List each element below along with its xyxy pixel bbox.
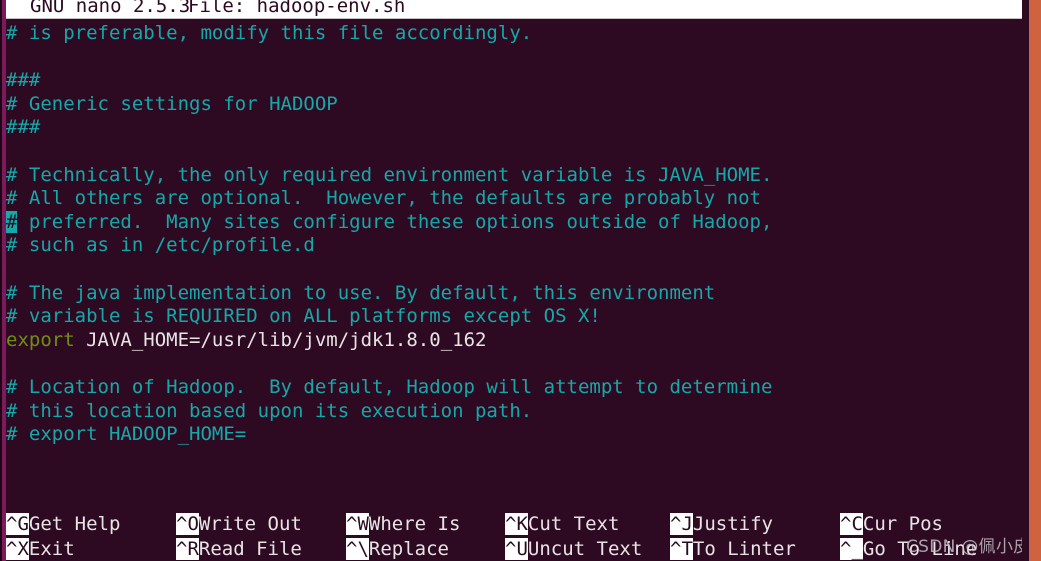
editor-line-with-cursor: # preferred. Many sites configure these … xyxy=(6,210,1022,235)
shortcut-key: ^R xyxy=(176,537,199,560)
shortcut-label: Cur Pos xyxy=(862,513,943,535)
shortcut-label: Justify xyxy=(692,513,773,535)
shortcut-key: ^W xyxy=(346,513,369,535)
editor-line: # variable is REQUIRED on ALL platforms … xyxy=(6,305,601,328)
editor-line: ### xyxy=(6,69,41,92)
nano-app-title: GNU nano 2.5.3 xyxy=(30,0,191,17)
shortcut-key: ^X xyxy=(6,537,29,560)
shortcut-label: Get Help xyxy=(28,513,121,535)
shortcut-write-out[interactable]: ^OWrite Out xyxy=(176,512,302,537)
editor-line: # The java implementation to use. By def… xyxy=(6,281,716,304)
shortcut-key: ^G xyxy=(6,513,29,535)
text-cursor: # xyxy=(6,210,18,233)
shortcut-row-1: ^GGet Help ^OWrite Out ^WWhere Is ^KCut … xyxy=(6,512,1022,537)
shortcut-replace[interactable]: ^\Replace xyxy=(346,537,449,561)
editor-line: # Technically, the only required environ… xyxy=(6,163,773,186)
nano-file-label: File: hadoop-env.sh xyxy=(188,0,406,17)
shortcut-key: ^T xyxy=(670,537,693,560)
shortcut-justify[interactable]: ^JJustify xyxy=(670,512,773,537)
editor-line: # All others are optional. However, the … xyxy=(6,187,761,210)
editor-line-text: preferred. Many sites configure these op… xyxy=(17,210,773,233)
window-right-border xyxy=(1029,0,1041,561)
shortcut-go-to-line[interactable]: ^_Go To Line xyxy=(840,537,977,561)
shortcut-read-file[interactable]: ^RRead File xyxy=(176,537,302,561)
shortcut-label: Go To Line xyxy=(862,537,978,560)
shortcut-key: ^\ xyxy=(346,537,369,560)
editor-line: # is preferable, modify this file accord… xyxy=(6,22,533,44)
java-home-assignment: JAVA_HOME=/usr/lib/jvm/jdk1.8.0_162 xyxy=(74,328,487,351)
shortcut-key: ^J xyxy=(670,513,693,535)
editor-line-export: export JAVA_HOME=/usr/lib/jvm/jdk1.8.0_1… xyxy=(6,329,1022,353)
nano-title-bar: GNU nano 2.5.3 File: hadoop-env.sh xyxy=(6,0,1022,19)
shortcut-uncut-text[interactable]: ^UUncut Text xyxy=(505,537,642,561)
shortcut-label: Cut Text xyxy=(527,513,620,535)
editor-line: # Generic settings for HADOOP xyxy=(6,92,338,115)
shortcut-key: ^O xyxy=(176,513,199,535)
nano-terminal-window: GNU nano 2.5.3 File: hadoop-env.sh # is … xyxy=(0,0,1041,561)
shortcut-key: ^C xyxy=(840,513,863,535)
shortcut-label: Replace xyxy=(368,537,449,560)
editor-text-area[interactable]: # is preferable, modify this file accord… xyxy=(6,22,1022,510)
shortcut-key: ^K xyxy=(505,513,528,535)
shortcut-key: ^_ xyxy=(840,537,863,560)
shortcut-get-help[interactable]: ^GGet Help xyxy=(6,512,120,537)
editor-line: ### xyxy=(6,116,41,139)
shortcut-key: ^U xyxy=(505,537,528,560)
shortcut-exit[interactable]: ^XExit xyxy=(6,537,75,561)
shortcut-to-linter[interactable]: ^TTo Linter xyxy=(670,537,796,561)
nano-shortcut-bar: ^GGet Help ^OWrite Out ^WWhere Is ^KCut … xyxy=(6,512,1022,561)
shortcut-row-2: ^XExit ^RRead File ^\Replace ^UUncut Tex… xyxy=(6,537,1022,561)
editor-line: # Location of Hadoop. By default, Hadoop… xyxy=(6,375,773,398)
shell-keyword-export: export xyxy=(6,328,75,351)
shortcut-cur-pos[interactable]: ^CCur Pos xyxy=(840,512,943,537)
editor-line: # export HADOOP_HOME= xyxy=(6,423,247,446)
shortcut-label: Exit xyxy=(28,537,75,560)
shortcut-label: Read File xyxy=(198,537,302,560)
shortcut-label: To Linter xyxy=(692,537,796,560)
editor-line: # such as in /etc/profile.d xyxy=(6,234,315,257)
shortcut-cut-text[interactable]: ^KCut Text xyxy=(505,512,619,537)
shortcut-label: Uncut Text xyxy=(527,537,643,560)
editor-line: # this location based upon its execution… xyxy=(6,399,533,422)
shortcut-label: Write Out xyxy=(198,513,302,535)
shortcut-label: Where Is xyxy=(368,513,461,535)
shortcut-where-is[interactable]: ^WWhere Is xyxy=(346,512,460,537)
window-right-edge xyxy=(1022,0,1029,561)
